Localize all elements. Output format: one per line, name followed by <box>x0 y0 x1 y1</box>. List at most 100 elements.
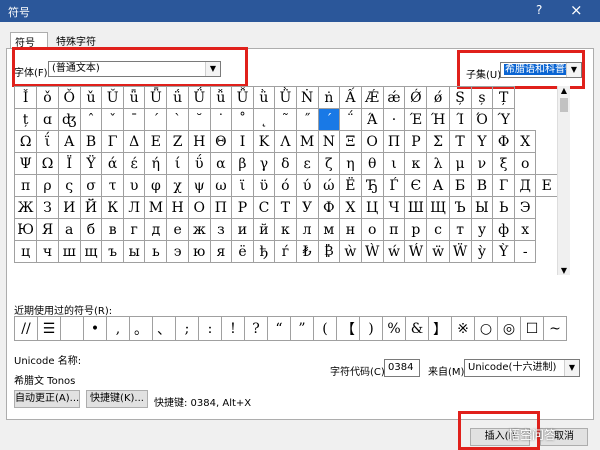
symbol-cell[interactable]: Ζ <box>166 130 189 153</box>
symbol-cell[interactable]: ǘ <box>166 86 189 109</box>
recent-symbol-cell[interactable]: ! <box>221 316 245 341</box>
symbol-cell[interactable]: х <box>513 218 537 241</box>
symbol-cell[interactable]: ˊ <box>144 108 168 131</box>
symbol-cell[interactable]: л <box>295 218 319 241</box>
symbol-cell[interactable]: Ђ <box>360 174 384 197</box>
symbol-cell[interactable]: ˘ <box>187 108 211 131</box>
symbol-cell[interactable]: Т <box>274 196 297 219</box>
symbol-cell[interactable]: ỳ <box>470 240 494 263</box>
symbol-cell[interactable]: Κ <box>252 130 276 153</box>
symbol-cell[interactable]: щ <box>79 240 103 263</box>
symbol-cell[interactable]: Ь <box>492 196 515 219</box>
symbol-cell[interactable]: Ș <box>448 86 472 109</box>
symbol-cell[interactable]: у <box>470 218 494 241</box>
symbol-cell[interactable]: З <box>36 196 59 219</box>
symbol-cell[interactable]: Ṅ <box>295 86 319 109</box>
symbol-cell[interactable]: Ύ <box>492 108 515 131</box>
symbol-cell[interactable]: ђ <box>252 240 276 263</box>
symbol-cell[interactable]: Ẅ <box>448 240 472 263</box>
symbol-cell[interactable]: Ω <box>13 130 38 153</box>
symbol-cell[interactable]: ₺ <box>295 240 319 263</box>
symbol-cell[interactable]: ΐ <box>36 130 59 153</box>
symbol-cell[interactable]: Θ <box>209 130 233 153</box>
symbol-cell[interactable]: Β <box>79 130 103 153</box>
scroll-down-icon[interactable]: ▼ <box>558 266 570 275</box>
symbol-cell[interactable]: Э <box>513 196 537 219</box>
symbol-cell[interactable]: Ё <box>339 174 362 197</box>
symbol-cell[interactable]: Ρ <box>404 130 428 153</box>
symbol-cell[interactable]: Ǒ <box>57 86 81 109</box>
symbol-cell[interactable]: р <box>404 218 428 241</box>
grid-scrollbar[interactable]: ▲ ▼ <box>557 86 570 275</box>
symbol-cell[interactable]: Ǜ <box>274 86 297 109</box>
symbol-cell[interactable]: γ <box>252 152 276 175</box>
symbol-cell[interactable]: ψ <box>187 174 211 197</box>
symbol-cell[interactable]: τ <box>101 174 124 197</box>
from-select[interactable]: Unicode(十六进制) ▼ <box>464 359 580 377</box>
symbol-cell[interactable]: Ы <box>470 196 494 219</box>
symbol-cell[interactable]: ф <box>492 218 515 241</box>
recent-symbol-cell[interactable]: ☐ <box>520 316 544 341</box>
symbol-cell[interactable]: Μ <box>295 130 319 153</box>
symbol-cell[interactable]: Η <box>187 130 211 153</box>
symbol-cell[interactable]: Л <box>122 196 146 219</box>
symbol-cell[interactable]: Ψ <box>13 152 38 175</box>
symbol-cell[interactable]: ϊ <box>231 174 254 197</box>
recent-symbol-cell[interactable]: // <box>14 316 38 341</box>
symbol-cell[interactable]: С <box>252 196 276 219</box>
symbol-cell[interactable]: ʤ <box>57 108 81 131</box>
tab-symbols[interactable]: 符号(S) <box>10 32 48 60</box>
symbol-cell[interactable]: Ъ <box>448 196 472 219</box>
symbol-cell[interactable]: Ǚ <box>231 86 254 109</box>
recent-symbol-cell[interactable]: 、 <box>152 316 176 341</box>
symbol-cell[interactable]: Ǖ <box>144 86 168 109</box>
symbol-cell[interactable]: Й <box>79 196 103 219</box>
symbol-cell[interactable]: К <box>101 196 124 219</box>
symbol-cell[interactable]: Є <box>404 174 428 197</box>
symbol-cell[interactable]: Ẁ <box>360 240 384 263</box>
symbol-cell[interactable]: Н <box>166 196 189 219</box>
symbol-cell[interactable]: Ц <box>360 196 384 219</box>
symbol-cell[interactable]: а <box>57 218 81 241</box>
symbol-cell[interactable]: Ǐ <box>13 86 38 109</box>
symbol-cell[interactable]: ǒ <box>36 86 59 109</box>
symbol-cell[interactable]: ˛ <box>252 108 276 131</box>
symbol-cell[interactable]: Υ <box>470 130 494 153</box>
recent-symbol-cell[interactable]: 【 <box>336 316 360 341</box>
symbol-cell[interactable]: ˆ <box>79 108 103 131</box>
symbol-cell[interactable]: Δ <box>122 130 146 153</box>
recent-symbol-cell[interactable] <box>60 316 84 341</box>
symbol-cell[interactable]: й <box>252 218 276 241</box>
symbol-cell[interactable]: ѓ <box>274 240 297 263</box>
symbol-cell[interactable]: ά <box>101 152 124 175</box>
symbol-cell[interactable]: Щ <box>426 196 450 219</box>
symbol-cell[interactable]: ι <box>382 152 406 175</box>
symbol-cell[interactable]: Р <box>231 196 254 219</box>
symbol-cell[interactable]: Π <box>382 130 406 153</box>
recent-symbol-cell[interactable]: & <box>405 316 429 341</box>
symbol-cell[interactable]: Ί <box>448 108 472 131</box>
symbol-cell[interactable]: ˉ <box>122 108 146 131</box>
symbol-cell[interactable]: М <box>144 196 168 219</box>
symbol-cell[interactable]: ζ <box>317 152 341 175</box>
symbol-cell[interactable]: μ <box>448 152 472 175</box>
help-icon[interactable]: ? <box>536 3 542 17</box>
symbol-cell[interactable]: ч <box>36 240 59 263</box>
symbol-cell[interactable]: п <box>382 218 406 241</box>
symbol-cell[interactable]: ṅ <box>317 86 341 109</box>
symbol-cell[interactable]: Τ <box>448 130 472 153</box>
symbol-cell[interactable]: ț <box>13 108 38 131</box>
symbol-cell[interactable]: Ε <box>144 130 168 153</box>
symbol-cell[interactable]: ˙ <box>209 108 233 131</box>
symbol-cell[interactable]: э <box>166 240 189 263</box>
symbol-cell[interactable]: ς <box>57 174 81 197</box>
symbol-cell[interactable]: π <box>13 174 38 197</box>
symbol-cell[interactable]: Ν <box>317 130 341 153</box>
close-icon[interactable]: × <box>570 1 583 19</box>
recent-symbol-cell[interactable]: ? <box>244 316 268 341</box>
symbol-cell[interactable]: ΅ <box>339 108 362 131</box>
symbol-cell[interactable]: ж <box>187 218 211 241</box>
symbol-cell[interactable]: Д <box>513 174 537 197</box>
symbol-cell[interactable]: Ή <box>426 108 450 131</box>
symbol-cell[interactable]: ь <box>144 240 168 263</box>
